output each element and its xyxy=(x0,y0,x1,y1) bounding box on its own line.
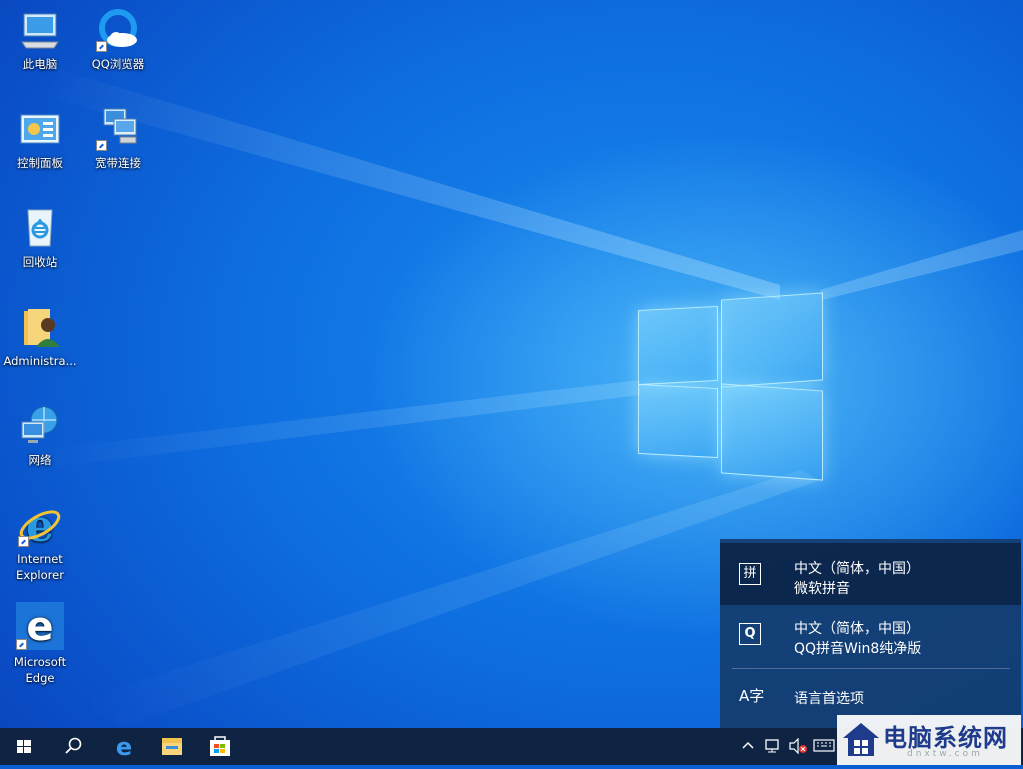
control-panel-icon xyxy=(18,107,62,151)
network-icon xyxy=(765,739,779,753)
taskbar-edge-button[interactable]: e xyxy=(100,728,148,765)
broadband-connection-icon xyxy=(96,107,140,151)
desktop-icon-recycle-bin[interactable]: 回收站 xyxy=(3,206,77,270)
watermark-subtext: dnxtw.com xyxy=(907,749,983,759)
chevron-up-icon xyxy=(742,741,754,749)
desktop-icon-label: Administra... xyxy=(3,354,77,368)
lang-item-language: 中文（简体，中国） xyxy=(794,621,920,637)
windows-logo-pane-bottom-left xyxy=(638,383,718,459)
lang-item-microsoft-pinyin[interactable]: 拼 中文（简体，中国） 微软拼音 xyxy=(720,543,1021,605)
desktop-icon-label: Microsoft Edge xyxy=(13,655,67,685)
desktop-icon-label: 宽带连接 xyxy=(95,156,141,170)
desktop-icon-label: 控制面板 xyxy=(17,156,63,170)
input-indicator-button[interactable] xyxy=(813,738,835,755)
network-tray-button[interactable] xyxy=(764,738,782,757)
internet-explorer-icon: e xyxy=(18,501,62,552)
store-icon xyxy=(210,736,230,756)
keyboard-icon xyxy=(813,739,835,752)
this-pc-icon xyxy=(18,8,62,52)
file-explorer-icon xyxy=(162,738,182,755)
svg-text:e: e xyxy=(26,503,54,547)
language-preferences-label: 语言首选项 xyxy=(794,691,864,707)
user-folder-icon xyxy=(18,305,62,349)
lang-item-qq-pinyin[interactable]: Q 中文（简体，中国） QQ拼音Win8纯净版 xyxy=(720,603,1021,665)
show-hidden-icons-button[interactable] xyxy=(741,738,755,755)
search-button[interactable] xyxy=(48,728,96,765)
watermark-text: 电脑系统网 xyxy=(883,723,1008,752)
windows-logo-pane-bottom-right xyxy=(721,383,823,481)
volume-muted-icon xyxy=(789,737,807,755)
desktop-icon-internet-explorer[interactable]: e Internet Explorer xyxy=(3,501,77,583)
lang-item-ime-name: QQ拼音Win8纯净版 xyxy=(794,641,922,657)
desktop-icon-administrator[interactable]: Administra... xyxy=(3,305,77,369)
lang-item-language: 中文（简体，中国） xyxy=(794,561,920,577)
desktop-icon-label: Internet Explorer xyxy=(16,552,64,582)
windows-start-icon xyxy=(17,740,31,753)
desktop-icon-network[interactable]: 网络 xyxy=(3,404,77,468)
site-watermark: 电脑系统网 dnxtw.com xyxy=(837,715,1021,765)
pinyin-ime-icon: 拼 xyxy=(739,563,761,585)
house-logo-icon xyxy=(843,723,879,756)
language-flyout: 拼 中文（简体，中国） 微软拼音 Q 中文（简体，中国） QQ拼音Win8纯净版… xyxy=(720,539,1021,728)
lang-item-ime-name: 微软拼音 xyxy=(794,581,850,597)
edge-icon: e xyxy=(116,733,132,761)
language-preferences-icon: A字 xyxy=(739,687,765,705)
microsoft-edge-icon: e xyxy=(16,602,64,650)
desktop-icon-label: 回收站 xyxy=(22,255,58,269)
qq-browser-icon xyxy=(96,8,140,52)
taskbar-file-explorer-button[interactable] xyxy=(148,728,196,765)
qq-pinyin-ime-icon: Q xyxy=(739,623,761,645)
windows-logo-pane-top-right xyxy=(721,292,823,388)
flyout-divider xyxy=(732,668,1010,669)
taskbar-store-button[interactable] xyxy=(197,728,245,765)
desktop-icon-label: QQ浏览器 xyxy=(91,57,145,71)
desktop-icon-qq-browser[interactable]: QQ浏览器 xyxy=(81,8,155,72)
svg-text:e: e xyxy=(116,733,132,761)
desktop-icon-broadband[interactable]: 宽带连接 xyxy=(81,107,155,171)
desktop-icon-label: 此电脑 xyxy=(22,57,58,71)
search-icon xyxy=(65,737,82,754)
volume-tray-button[interactable] xyxy=(788,737,808,757)
desktop-icon-control-panel[interactable]: 控制面板 xyxy=(3,107,77,171)
recycle-bin-icon xyxy=(18,206,62,250)
desktop-icon-this-pc[interactable]: 此电脑 xyxy=(3,8,77,72)
desktop-icon-label: 网络 xyxy=(28,453,52,467)
start-button[interactable] xyxy=(0,728,48,765)
svg-text:e: e xyxy=(26,604,53,650)
network-icon xyxy=(18,404,62,448)
desktop-icon-microsoft-edge[interactable]: e Microsoft Edge xyxy=(3,602,77,686)
windows-logo-pane-top-left xyxy=(638,305,718,386)
